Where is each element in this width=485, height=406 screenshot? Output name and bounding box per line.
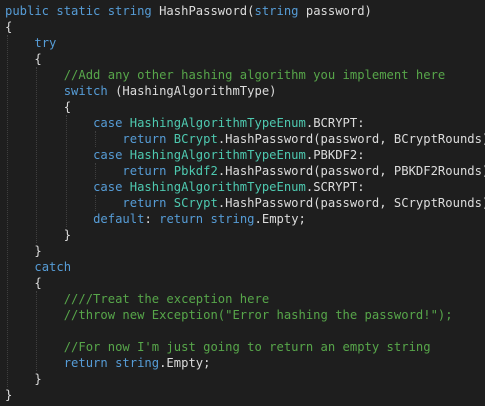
code-line: { <box>5 275 42 291</box>
code-line: switch (HashingAlgorithmType) <box>5 83 277 99</box>
code-line: { <box>5 99 71 115</box>
keyword-token: return string <box>159 212 255 226</box>
keyword-token: return string <box>63 356 160 370</box>
comment-token: //throw new Exception("Error hashing the… <box>63 308 453 322</box>
code-line: return BCrypt.HashPassword(password, BCr… <box>5 131 485 147</box>
text-token: .HashPassword(password, PBKDF2Rounds); <box>217 164 485 178</box>
text-token: } <box>5 228 72 242</box>
code-line: } <box>5 243 42 259</box>
text-token: } <box>5 372 42 386</box>
text-token: HashPassword( <box>159 4 255 18</box>
code-line: ////Treat the exception here <box>5 291 269 307</box>
text-token: .SCRYPT: <box>305 180 365 194</box>
text-token: { <box>5 276 42 290</box>
keyword-token: default <box>93 212 145 226</box>
text-token: (HashingAlgorithmType) <box>107 84 277 98</box>
keyword-token: return <box>122 164 174 178</box>
code-line: try <box>5 35 56 51</box>
keyword-token: return <box>122 132 174 146</box>
keyword-token: string <box>254 4 299 18</box>
code-line: return string.Empty; <box>5 355 211 371</box>
code-line: return SCrypt.HashPassword(password, SCr… <box>5 195 485 211</box>
code-line: case HashingAlgorithmTypeEnum.PBKDF2: <box>5 147 365 163</box>
keyword-token: public static string <box>5 4 160 18</box>
code-line: case HashingAlgorithmTypeEnum.SCRYPT: <box>5 179 365 195</box>
text-token: .Empty; <box>159 356 211 370</box>
type-token: SCrypt <box>173 196 218 210</box>
code-line: //For now I'm just going to return an em… <box>5 339 431 355</box>
keyword-token: return <box>122 196 174 210</box>
type-token: BCrypt <box>173 132 218 146</box>
text-token: } <box>5 244 42 258</box>
code-line: public static string HashPassword(string… <box>5 3 372 19</box>
type-token: HashingAlgorithmTypeEnum <box>129 148 306 162</box>
code-line: //Add any other hashing algorithm you im… <box>5 67 446 83</box>
text-token: .PBKDF2: <box>305 148 365 162</box>
code-line: case HashingAlgorithmTypeEnum.BCRYPT: <box>5 115 365 131</box>
text-token: .Empty; <box>254 212 306 226</box>
keyword-token: case <box>93 116 130 130</box>
text-token: } <box>5 388 13 402</box>
type-token: Pbkdf2 <box>173 164 218 178</box>
code-editor[interactable]: public static string HashPassword(string… <box>0 0 485 406</box>
code-line: return Pbkdf2.HashPassword(password, PBK… <box>5 163 485 179</box>
code-line: //throw new Exception("Error hashing the… <box>5 307 453 323</box>
text-token: password) <box>298 4 372 18</box>
code-line: catch <box>5 259 71 275</box>
code-line: } <box>5 371 42 387</box>
comment-token: ////Treat the exception here <box>63 292 270 306</box>
code-line: } <box>5 227 71 243</box>
text-token: .BCRYPT: <box>305 116 365 130</box>
code-line: default: return string.Empty; <box>5 211 306 227</box>
keyword-token: try <box>34 36 57 50</box>
type-token: HashingAlgorithmTypeEnum <box>129 180 306 194</box>
text-token: .HashPassword(password, SCryptRounds); <box>217 196 485 210</box>
text-token: { <box>5 20 13 34</box>
text-token: { <box>5 52 42 66</box>
code-line: { <box>5 51 42 67</box>
text-token: { <box>5 100 72 114</box>
text-token: : <box>144 212 160 226</box>
comment-token: //For now I'm just going to return an em… <box>63 340 431 354</box>
type-token: HashingAlgorithmTypeEnum <box>129 116 306 130</box>
code-line: } <box>5 387 12 403</box>
keyword-token: catch <box>34 260 72 274</box>
code-line: { <box>5 19 12 35</box>
keyword-token: case <box>93 148 130 162</box>
text-token: .HashPassword(password, BCryptRounds); <box>217 132 485 146</box>
comment-token: //Add any other hashing algorithm you im… <box>63 68 446 82</box>
keyword-token: switch <box>63 84 108 98</box>
keyword-token: case <box>93 180 130 194</box>
